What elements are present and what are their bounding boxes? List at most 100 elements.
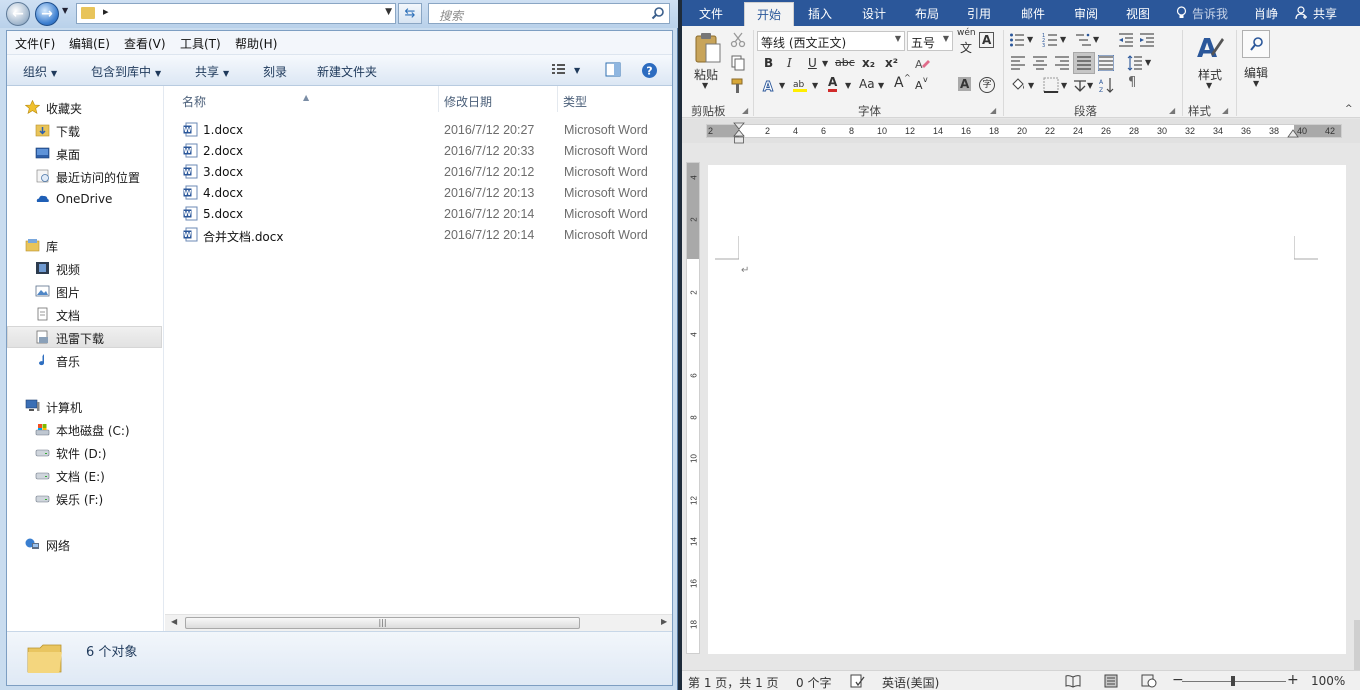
shading-bucket-icon[interactable] xyxy=(1010,77,1026,93)
column-header-name[interactable]: 名称 ▲ xyxy=(165,86,438,112)
search-icon[interactable] xyxy=(651,6,665,20)
nav-xunlei-downloads[interactable]: 迅雷下载 xyxy=(7,326,162,348)
menu-tools[interactable]: 工具(T) xyxy=(180,35,221,52)
address-bar[interactable]: ▸ ▼ xyxy=(76,3,396,24)
file-row[interactable]: W 2.docx 2016/7/12 20:33 Microsoft Word xyxy=(165,140,672,161)
nav-onedrive[interactable]: OneDrive xyxy=(7,188,162,210)
multilevel-dropdown-icon[interactable]: ▼ xyxy=(1093,35,1099,44)
tell-me-box[interactable]: 告诉我 xyxy=(1192,5,1228,22)
nav-drive-f[interactable]: 娱乐 (F:) xyxy=(7,487,162,509)
clear-formatting-icon[interactable]: A xyxy=(914,56,930,72)
file-row[interactable]: W 4.docx 2016/7/12 20:13 Microsoft Word xyxy=(165,182,672,203)
include-library-button[interactable]: 包含到库中 ▼ xyxy=(91,63,161,80)
zoom-in-button[interactable]: + xyxy=(1287,672,1299,688)
tab-design[interactable]: 设计 xyxy=(862,5,886,22)
language-indicator[interactable]: 英语(美国) xyxy=(882,674,939,690)
column-header-date[interactable]: 修改日期 xyxy=(439,86,557,112)
line-spacing-dropdown-icon[interactable]: ▼ xyxy=(1145,58,1151,67)
chinese-layout-dropdown-icon[interactable]: ▼ xyxy=(1087,81,1093,90)
preview-pane-icon[interactable] xyxy=(605,62,621,78)
increase-indent-icon[interactable] xyxy=(1139,32,1155,48)
line-spacing-icon[interactable] xyxy=(1127,55,1143,71)
sort-icon[interactable]: AZ xyxy=(1099,77,1115,93)
nav-network[interactable]: 网络 xyxy=(7,533,162,555)
tab-references[interactable]: 引用 xyxy=(967,5,991,22)
horizontal-scrollbar[interactable]: ◀ ||| ▶ xyxy=(165,614,672,631)
character-shading-button[interactable]: A xyxy=(958,77,972,91)
zoom-slider-thumb[interactable] xyxy=(1231,676,1235,686)
paste-dropdown-icon[interactable]: ▼ xyxy=(702,81,708,90)
view-options-icon[interactable] xyxy=(551,62,567,76)
help-icon[interactable]: ? xyxy=(641,62,658,79)
read-mode-icon[interactable] xyxy=(1065,674,1081,688)
strikethrough-button[interactable]: abc xyxy=(835,56,855,69)
collapse-ribbon-icon[interactable]: ^ xyxy=(1345,104,1353,114)
new-folder-button[interactable]: 新建文件夹 xyxy=(317,63,377,80)
clipboard-dialog-launcher-icon[interactable]: ◢ xyxy=(742,106,748,115)
numbering-dropdown-icon[interactable]: ▼ xyxy=(1060,35,1066,44)
font-color-dropdown-icon[interactable]: ▼ xyxy=(845,81,851,90)
indent-markers-icon[interactable] xyxy=(733,121,745,145)
align-center-icon[interactable] xyxy=(1032,55,1048,71)
highlight-pen-icon[interactable]: ab xyxy=(792,77,808,93)
styles-dialog-launcher-icon[interactable]: ◢ xyxy=(1222,106,1228,115)
shading-dropdown-icon[interactable]: ▼ xyxy=(1028,81,1034,90)
menu-edit[interactable]: 编辑(E) xyxy=(69,35,110,52)
text-effects-icon[interactable]: A xyxy=(761,78,777,94)
nav-desktop[interactable]: 桌面 xyxy=(7,142,162,164)
grow-font-button[interactable]: A xyxy=(894,75,904,91)
refresh-button[interactable]: ⇆ xyxy=(398,3,422,24)
back-button[interactable]: ← xyxy=(6,2,30,26)
paragraph-dialog-launcher-icon[interactable]: ◢ xyxy=(1169,106,1175,115)
menu-view[interactable]: 查看(V) xyxy=(124,35,166,52)
nav-downloads[interactable]: 下载 xyxy=(7,119,162,141)
character-border-button[interactable]: A xyxy=(979,32,995,48)
distributed-icon[interactable] xyxy=(1098,55,1114,71)
decrease-indent-icon[interactable] xyxy=(1118,32,1134,48)
share-button[interactable]: 共享 xyxy=(1313,5,1337,22)
nav-music[interactable]: 音乐 xyxy=(7,349,162,371)
file-row[interactable]: W 5.docx 2016/7/12 20:14 Microsoft Word xyxy=(165,203,672,224)
file-row[interactable]: W 合并文档.docx 2016/7/12 20:14 Microsoft Word xyxy=(165,224,672,245)
styles-gallery-icon[interactable]: A xyxy=(1195,32,1225,62)
bullets-icon[interactable] xyxy=(1009,32,1025,48)
font-dialog-launcher-icon[interactable]: ◢ xyxy=(990,106,996,115)
borders-icon[interactable] xyxy=(1043,77,1059,93)
scroll-thumb[interactable]: ||| xyxy=(185,617,580,629)
align-left-icon[interactable] xyxy=(1010,55,1026,71)
superscript-button[interactable]: x² xyxy=(885,56,898,70)
font-size-combo[interactable]: 五号 ▼ xyxy=(907,31,953,51)
tab-insert[interactable]: 插入 xyxy=(808,5,832,22)
tab-mailings[interactable]: 邮件 xyxy=(1021,5,1045,22)
column-header-type[interactable]: 类型 xyxy=(558,86,672,112)
scroll-right-icon[interactable]: ▶ xyxy=(661,617,667,626)
cut-scissors-icon[interactable] xyxy=(730,32,746,48)
address-dropdown-icon[interactable]: ▼ xyxy=(385,7,392,17)
change-case-dropdown-icon[interactable]: ▼ xyxy=(878,81,884,90)
shrink-font-button[interactable]: A xyxy=(915,79,923,92)
subscript-button[interactable]: x₂ xyxy=(862,56,875,70)
vertical-scrollbar[interactable] xyxy=(1354,620,1360,670)
file-row[interactable]: W 3.docx 2016/7/12 20:12 Microsoft Word xyxy=(165,161,672,182)
tab-view[interactable]: 视图 xyxy=(1126,5,1150,22)
nav-pictures[interactable]: 图片 xyxy=(7,280,162,302)
bullets-dropdown-icon[interactable]: ▼ xyxy=(1027,35,1033,44)
underline-dropdown-icon[interactable]: ▼ xyxy=(822,59,828,68)
underline-button[interactable]: U xyxy=(808,56,817,70)
file-row[interactable]: W 1.docx 2016/7/12 20:27 Microsoft Word xyxy=(165,119,672,140)
recent-pages-dropdown-icon[interactable]: ▼ xyxy=(62,6,72,20)
highlight-dropdown-icon[interactable]: ▼ xyxy=(812,81,818,90)
nav-drive-d[interactable]: 软件 (D:) xyxy=(7,441,162,463)
text-effects-dropdown-icon[interactable]: ▼ xyxy=(779,81,785,90)
proofing-icon[interactable] xyxy=(850,674,865,688)
phonetic-guide-pinyin[interactable]: wén xyxy=(957,28,976,38)
search-input[interactable]: 搜索 xyxy=(428,3,670,24)
zoom-level[interactable]: 100% xyxy=(1311,674,1345,688)
web-layout-icon[interactable] xyxy=(1141,674,1157,688)
align-right-icon[interactable] xyxy=(1054,55,1070,71)
styles-dropdown-icon[interactable]: ▼ xyxy=(1206,81,1212,90)
forward-button[interactable]: → xyxy=(35,2,59,26)
find-button[interactable] xyxy=(1242,30,1270,58)
tab-home[interactable]: 开始 xyxy=(744,2,795,26)
multilevel-list-icon[interactable] xyxy=(1075,32,1091,48)
